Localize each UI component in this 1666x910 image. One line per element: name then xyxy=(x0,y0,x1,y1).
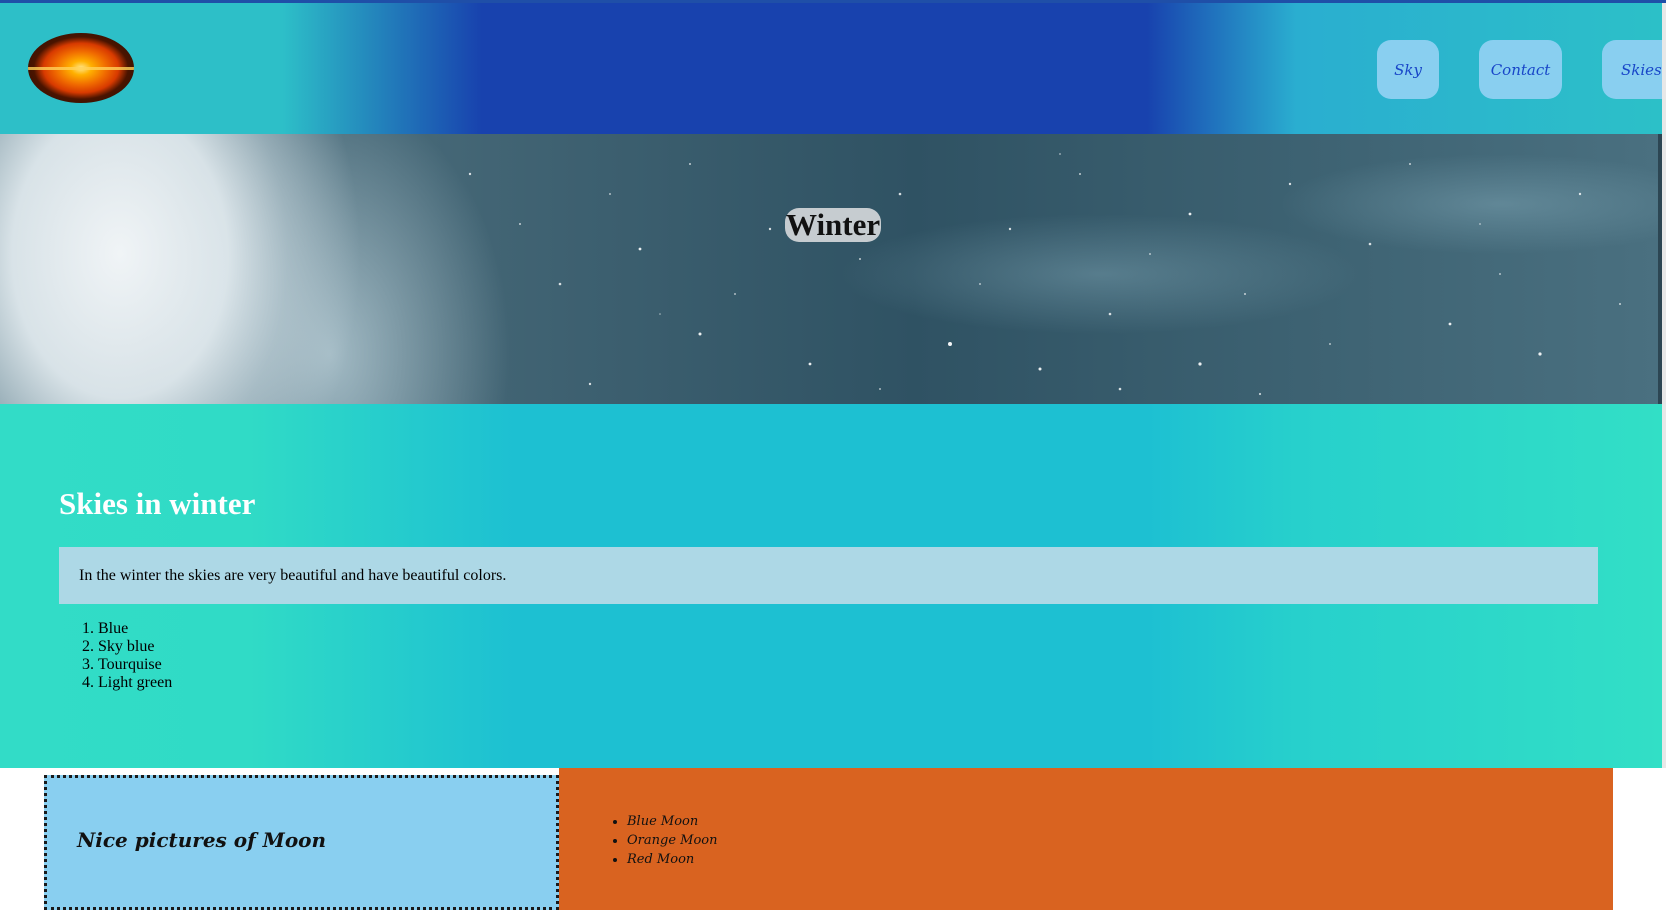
section-heading: Skies in winter xyxy=(59,486,256,521)
list-item: Light green xyxy=(98,674,172,692)
nav-skies-button[interactable]: Skies xyxy=(1602,40,1666,99)
nav-contact-button[interactable]: Contact xyxy=(1479,40,1562,99)
moon-list-panel: Blue Moon Orange Moon Red Moon xyxy=(559,768,1613,910)
colors-list: Blue Sky blue Tourquise Light green xyxy=(59,620,172,692)
list-item: Red Moon xyxy=(627,850,717,869)
moon-pictures-box: Nice pictures of Moon xyxy=(44,775,559,910)
list-item: Tourquise xyxy=(98,656,172,674)
moon-list: Blue Moon Orange Moon Red Moon xyxy=(607,812,717,869)
list-item: Blue xyxy=(98,620,172,638)
main-section: Skies in winter In the winter the skies … xyxy=(0,404,1662,768)
starry-sky-image xyxy=(468,153,1621,396)
list-item: Orange Moon xyxy=(627,831,717,850)
info-paragraph: In the winter the skies are very beautif… xyxy=(59,547,1598,604)
nav-sky-button[interactable]: Sky xyxy=(1377,40,1439,99)
hero-banner: Winter xyxy=(0,134,1662,404)
list-item: Blue Moon xyxy=(627,812,717,831)
site-header: Sky Contact Skies xyxy=(0,3,1666,134)
sunset-logo[interactable] xyxy=(28,33,134,103)
moon-heading: Nice pictures of Moon xyxy=(77,828,327,852)
list-item: Sky blue xyxy=(98,638,172,656)
hero-title: Winter xyxy=(785,206,882,242)
page-scrollbar[interactable] xyxy=(1662,3,1666,768)
